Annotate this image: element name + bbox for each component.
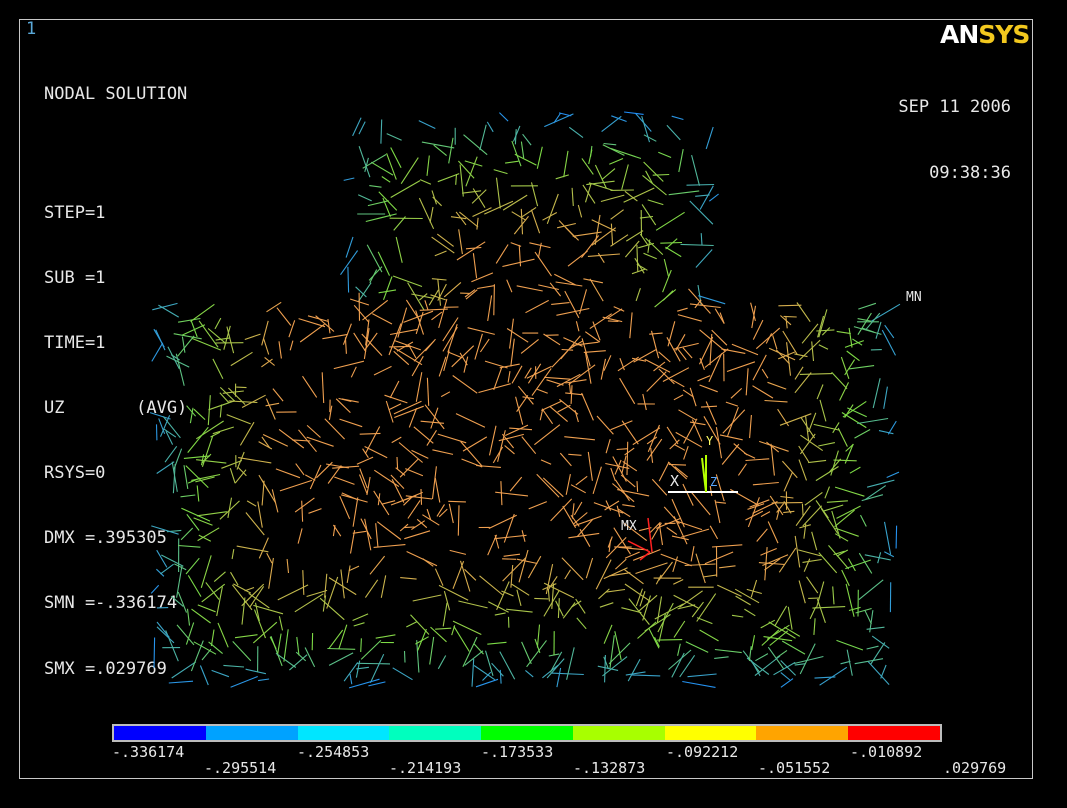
legend-color-segment-7 [664,726,757,740]
legend-color-segment-4 [389,726,482,740]
min-marker-label: MN [906,290,922,305]
legend-color-segment-6 [572,726,665,740]
max-marker-label: MX [621,519,637,534]
legend-label-6: -.132873 [573,759,646,777]
legend-label-1: -.336174 [112,743,185,761]
triad-y-label: Y [706,434,714,448]
mesh-lines [149,111,901,689]
nodal-solution-plot[interactable] [0,0,1067,808]
legend-color-segment-9 [848,726,941,740]
legend-color-segment-8 [756,726,849,740]
legend-color-segment-5 [481,726,573,740]
legend-label-3: -.254853 [297,743,370,761]
legend-label-4: -.214193 [389,759,462,777]
legend-label-5: -.173533 [481,743,554,761]
legend-color-segment-2 [205,726,298,740]
legend-label-8: -.051552 [758,759,831,777]
legend-color-segment-1 [114,726,206,740]
triad-z-label: Z [710,475,718,489]
legend-color-segment-3 [297,726,390,740]
legend-label-7: -.092212 [666,743,739,761]
contour-legend-bar [112,724,942,742]
legend-label-2: -.295514 [204,759,277,777]
legend-label-9: -.010892 [850,743,923,761]
triad-x-label: X [670,472,680,490]
legend-label-10: .029769 [943,759,1007,777]
